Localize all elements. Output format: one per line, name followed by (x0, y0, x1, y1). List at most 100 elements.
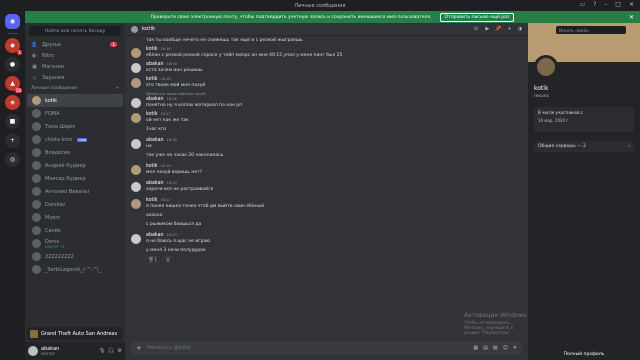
message-author[interactable]: kotik (146, 112, 158, 117)
message: kotik 16:16 это твоик мой мне похуй (131, 77, 522, 89)
dm-item[interactable]: kotik (27, 94, 123, 107)
sticker-icon[interactable]: ▧ (493, 345, 498, 351)
help-icon[interactable]: ? (593, 1, 596, 8)
server-icon[interactable]: ◈ (5, 95, 20, 110)
attach-icon[interactable]: + (136, 344, 142, 352)
find-conversation-button[interactable]: Найти или начать беседу (29, 26, 121, 36)
apps-icon[interactable]: ✦ (513, 345, 517, 351)
dm-search-input[interactable]: Искать «kotik» (556, 26, 626, 34)
profile-name: kotik (534, 85, 549, 92)
sidebar-item-label: Друзья (42, 41, 61, 48)
message-line: 1час кпз (146, 127, 167, 132)
avatar[interactable] (131, 78, 141, 88)
chat-title: kotik (142, 26, 156, 32)
message-author[interactable]: kotik (146, 164, 158, 169)
reply-preview[interactable]: @kotik это твоик мой мне похуй (131, 92, 522, 96)
gif-icon[interactable]: ▤ (483, 345, 488, 351)
add-server-icon[interactable]: + (5, 133, 20, 148)
resend-email-button[interactable]: Отправить письмо ещё раз (439, 12, 515, 22)
avatar[interactable] (131, 63, 141, 73)
reaction-button[interactable]: 😇 1 (146, 256, 160, 263)
add-reaction-icon[interactable]: ☺ (163, 256, 174, 263)
avatar[interactable] (131, 139, 141, 149)
message-author[interactable]: abakan (146, 138, 164, 143)
dm-item[interactable]: Тома Шарм (27, 120, 123, 133)
emoji-icon[interactable]: ☺ (503, 345, 508, 351)
dm-item[interactable]: Антонио Вивальi (27, 185, 123, 198)
dm-item[interactable]: Danikov (27, 198, 123, 211)
add-friend-icon[interactable]: + (507, 26, 511, 32)
message-line: понятно ну я коплю материал по нон рп (146, 103, 243, 108)
message: kotik 16:17 ой нет как же так (131, 112, 522, 124)
avatar (32, 135, 41, 144)
headphones-icon[interactable]: 🎧 (108, 348, 114, 354)
sidebar-item-nitro[interactable]: ◐ Nitro (25, 50, 125, 61)
gift-icon[interactable]: ▦ (473, 345, 478, 351)
close-icon[interactable]: ✕ (629, 1, 634, 8)
profile-username: resuns (534, 94, 549, 99)
reaction-emoji: 😇 (149, 257, 154, 262)
maximize-icon[interactable]: □ (615, 1, 621, 8)
message-author[interactable]: kotik (146, 77, 158, 82)
message-line: с рыжиком боишься да (146, 222, 202, 227)
dm-item[interactable]: Myers (27, 211, 123, 224)
dm-item[interactable]: Владосик (27, 146, 123, 159)
message-line: у меня 3 ночи полудурок (146, 248, 206, 253)
activity-panel[interactable]: Grand Theft Auto San Andreas (27, 327, 123, 340)
message: kotik 16:16 еблан с резкой резкой спросе у… (131, 47, 522, 59)
dm-item[interactable]: Андрей Кудиер (27, 159, 123, 172)
dm-item[interactable]: Denis NEXTSP +1 (27, 237, 123, 250)
pin-icon[interactable]: 📌 (495, 26, 501, 32)
banner-close-icon[interactable]: ✕ (629, 14, 634, 21)
message-author[interactable]: abakan (146, 62, 164, 67)
dm-item[interactable]: Моисар Кудиер (27, 172, 123, 185)
sidebar-item-label: Магазин (42, 63, 65, 70)
dm-item[interactable]: 222222222 (27, 250, 123, 263)
avatar[interactable] (131, 165, 141, 175)
server-icon[interactable]: ■ (5, 114, 20, 129)
minimize-icon[interactable]: – (604, 1, 607, 8)
discord-home-icon[interactable]: ◉ (5, 14, 20, 29)
server-icon[interactable]: ● (5, 57, 20, 72)
message: kotik 16:19 мне похуй веришь нет? (131, 164, 522, 176)
server-icon[interactable]: ◆ 1 (5, 38, 22, 55)
profile-toggle-icon[interactable]: ◑ (518, 26, 522, 32)
inbox-icon[interactable]: ▭ (579, 1, 585, 8)
avatar[interactable] (131, 182, 141, 192)
avatar[interactable] (131, 199, 141, 209)
discover-icon[interactable]: ◎ (5, 152, 20, 167)
message-author[interactable]: kotik (146, 47, 158, 52)
avatar[interactable] (28, 346, 38, 356)
call-icon[interactable]: ☏ (473, 26, 479, 32)
message-author[interactable]: abakan (146, 97, 164, 102)
avatar[interactable] (131, 48, 141, 58)
full-profile-link[interactable]: Полный профиль (528, 352, 640, 357)
sidebar-item-friends[interactable]: 👤 Друзья 1 (25, 39, 125, 50)
sidebar-item-shop[interactable]: ▣ Магазин (25, 61, 125, 72)
avatar (32, 109, 41, 118)
mutual-servers-button[interactable]: Общие серверы — 2 › (534, 141, 634, 152)
message-composer[interactable]: + Написать @kotik ▦ ▤ ▧ ☺ ✦ (131, 341, 522, 355)
sidebar-item-quests[interactable]: ◇ Задания (25, 72, 125, 83)
message-input[interactable]: Написать @kotik (147, 345, 191, 351)
message-author[interactable]: abakan (146, 233, 164, 238)
message: abakan 16:16 кста зачем ион решишь (131, 62, 522, 74)
member-since-value: 16 мар. 2024 г. (538, 118, 570, 123)
profile-avatar[interactable] (534, 55, 558, 79)
create-dm-icon[interactable]: + (115, 86, 119, 91)
dm-item[interactable]: chista krov FAME (27, 133, 123, 146)
fame-tag: FAME (77, 137, 88, 142)
avatar[interactable] (131, 98, 141, 108)
message-list: так ты вообще нечего не снижешь так еще … (125, 37, 528, 337)
message-author[interactable]: kotik (146, 198, 158, 203)
message-author[interactable]: abakan (146, 181, 164, 186)
dm-item[interactable]: FOMA (27, 107, 123, 120)
microphone-icon[interactable]: 🎙 (99, 348, 105, 354)
avatar[interactable] (131, 113, 141, 123)
dm-item[interactable]: Санёк (27, 224, 123, 237)
server-icon[interactable]: ▲ 20 (5, 76, 22, 93)
avatar[interactable] (131, 234, 141, 244)
dm-item[interactable]: _SerbiLegend\_/-^-^\_ (27, 263, 123, 276)
settings-icon[interactable]: ⚙ (118, 348, 122, 354)
video-icon[interactable]: ▶ (485, 26, 489, 32)
